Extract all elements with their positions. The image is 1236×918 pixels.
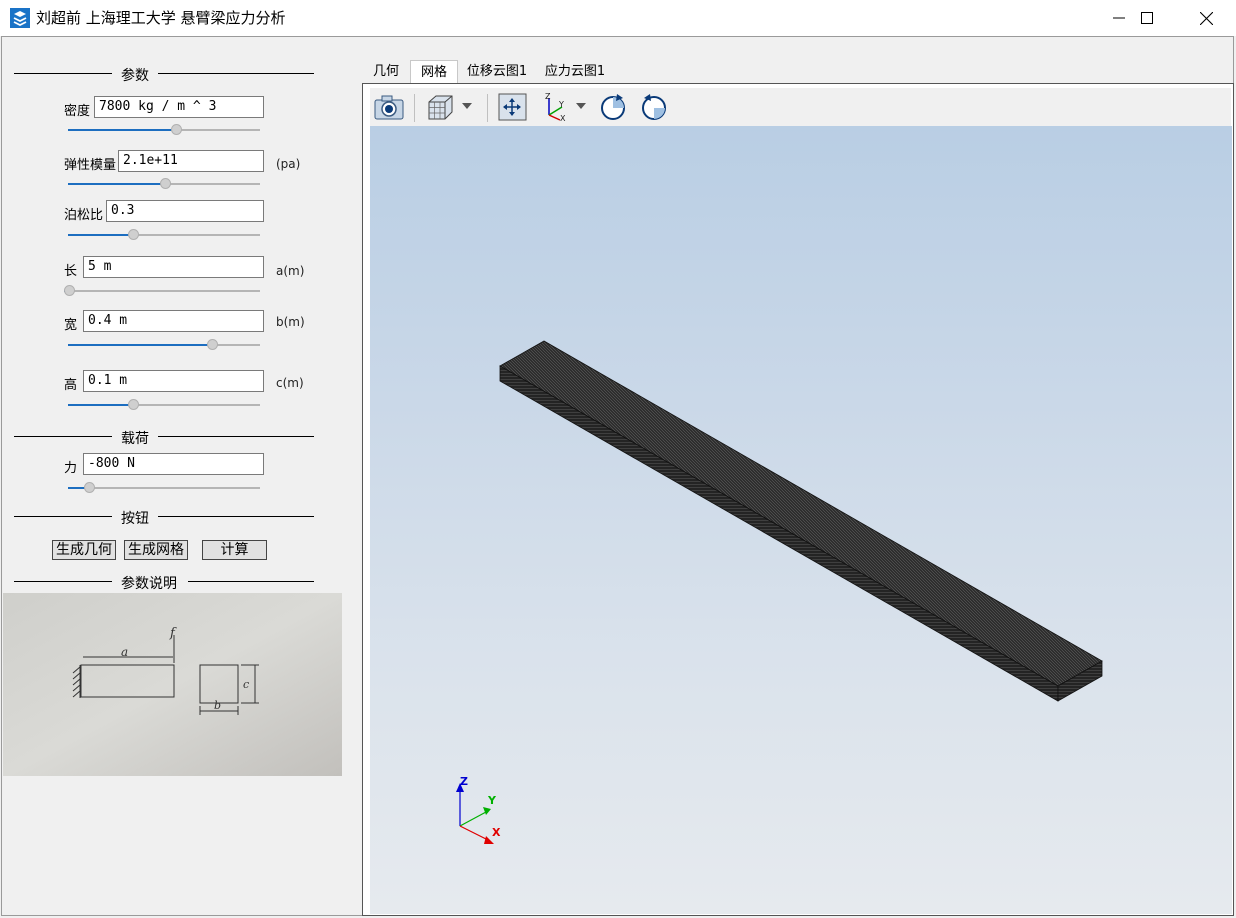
section-load: 载荷: [14, 428, 314, 447]
axis-z-label: Z: [460, 775, 468, 788]
width-slider[interactable]: [68, 339, 260, 351]
force-slider[interactable]: [68, 482, 260, 494]
close-button[interactable]: [1177, 0, 1235, 36]
tab-stress[interactable]: 应力云图1: [540, 60, 610, 83]
poisson-label: 泊松比: [64, 208, 104, 223]
modulus-input[interactable]: 2.1e+11: [118, 150, 264, 172]
svg-text:X: X: [560, 114, 566, 122]
length-label: 长: [64, 264, 78, 279]
modulus-unit: (pa): [276, 157, 301, 171]
modulus-slider[interactable]: [68, 178, 260, 190]
tab-mesh[interactable]: 网格: [410, 60, 458, 84]
modulus-label: 弹性模量: [64, 158, 117, 173]
camera-icon[interactable]: [373, 92, 405, 122]
svg-text:Z: Z: [545, 92, 551, 101]
height-label: 高: [64, 378, 78, 393]
beam-front-face: [499, 365, 1059, 702]
slider-thumb[interactable]: [207, 339, 218, 350]
slider-thumb[interactable]: [128, 399, 139, 410]
width-unit: b(m): [276, 315, 305, 329]
axis-y-label: Y: [487, 794, 497, 807]
slider-thumb[interactable]: [160, 178, 171, 189]
length-input[interactable]: 5 m: [83, 256, 264, 278]
fit-all-icon[interactable]: [496, 92, 528, 122]
width-input[interactable]: 0.4 m: [83, 310, 264, 332]
height-slider[interactable]: [68, 399, 260, 411]
axis-x-label: X: [492, 826, 501, 839]
length-unit: a(m): [276, 264, 305, 278]
tab-geometry[interactable]: 几何: [364, 60, 408, 83]
section-load-title: 载荷: [121, 431, 149, 447]
generate-geometry-button[interactable]: 生成几何: [52, 540, 116, 560]
dropdown-icon[interactable]: [575, 102, 587, 110]
section-params-title: 参数: [121, 68, 149, 84]
height-unit: c(m): [276, 376, 304, 390]
3d-viewport[interactable]: Z Y X: [370, 126, 1232, 914]
width-label: 宽: [64, 318, 78, 333]
generate-mesh-button[interactable]: 生成网格: [124, 540, 188, 560]
dropdown-icon[interactable]: [461, 102, 473, 110]
compute-button[interactable]: 计算: [202, 540, 267, 560]
svg-text:Y: Y: [558, 100, 564, 109]
force-input[interactable]: -800 N: [83, 453, 264, 475]
slider-thumb[interactable]: [171, 124, 182, 135]
tab-displacement[interactable]: 位移云图1: [462, 60, 532, 83]
axes-view-icon[interactable]: Z Y X: [540, 92, 572, 122]
force-label: 力: [64, 461, 78, 476]
title-bar: 刘超前 上海理工大学 悬臂梁应力分析: [0, 0, 1236, 36]
section-buttons-title: 按钮: [121, 511, 149, 527]
density-input[interactable]: 7800 kg / m ^ 3: [94, 96, 264, 118]
sketch-label-a: a: [121, 645, 128, 659]
poisson-slider[interactable]: [68, 229, 260, 241]
density-label: 密度: [64, 104, 91, 119]
section-description: 参数说明: [14, 573, 314, 592]
sketch-label-c: c: [243, 678, 249, 691]
toolbar-separator: [414, 94, 415, 122]
section-description-title: 参数说明: [121, 576, 177, 592]
axes-triad: Z Y X: [456, 775, 501, 844]
window-title: 刘超前 上海理工大学 悬臂梁应力分析: [36, 9, 286, 27]
app-icon: [10, 8, 30, 28]
toolbar-separator: [487, 94, 488, 122]
section-params: 参数: [14, 65, 314, 84]
close-icon: [1199, 11, 1213, 25]
slider-thumb[interactable]: [84, 482, 95, 493]
length-slider[interactable]: [64, 285, 260, 297]
slider-thumb[interactable]: [128, 229, 139, 240]
rotate-ccw-icon[interactable]: [638, 92, 670, 122]
rotate-cw-icon[interactable]: [597, 92, 629, 122]
density-slider[interactable]: [68, 124, 260, 136]
section-buttons: 按钮: [14, 508, 314, 527]
sketch-label-b: b: [214, 699, 221, 712]
poisson-input[interactable]: 0.3: [106, 200, 264, 222]
parameter-sketch-image: a f b c: [3, 593, 342, 776]
maximize-icon: [1141, 12, 1153, 24]
view-cube-icon[interactable]: [424, 92, 456, 122]
slider-thumb[interactable]: [64, 285, 75, 296]
height-input[interactable]: 0.1 m: [83, 370, 264, 392]
beam-top-face: [499, 340, 1103, 687]
maximize-button[interactable]: [1118, 0, 1176, 36]
